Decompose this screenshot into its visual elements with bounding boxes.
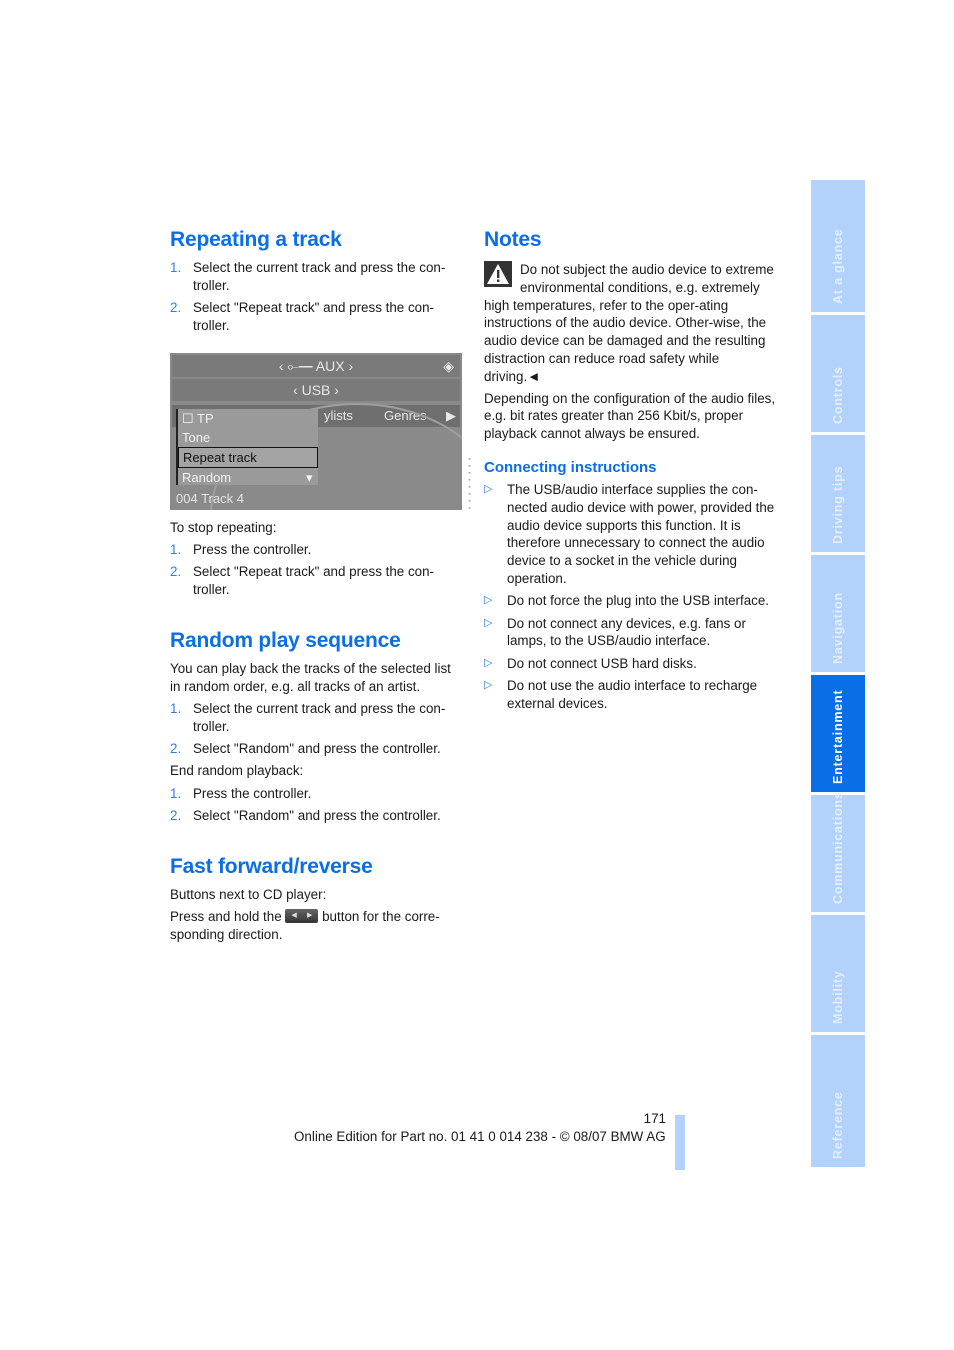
list-item: 2. Select "Repeat track" and press the co…: [170, 300, 434, 333]
bullet-triangle-icon: ▷: [484, 616, 493, 629]
tab-controls[interactable]: Controls: [811, 315, 865, 432]
arrow-right-icon: ▶: [446, 407, 456, 423]
paragraph: End random playback:: [170, 763, 304, 779]
right-column: Notes Do not subject the audio device to…: [484, 226, 776, 713]
tab-at-a-glance[interactable]: At a glance: [811, 180, 865, 312]
warning-icon: [484, 261, 512, 287]
menu-item-tone: Tone: [182, 429, 211, 445]
paragraph: You can play back the tracks of the sele…: [170, 660, 451, 694]
controller-icon: ◈: [443, 357, 454, 374]
paragraph: Buttons next to CD player:: [170, 886, 327, 902]
list-item: 2. Select "Repeat track" and press the co…: [170, 564, 434, 598]
list-item: ▷ Do not connect USB hard disks.: [484, 655, 697, 671]
bullet-triangle-icon: ▷: [484, 594, 493, 607]
aux-cable-icon: ⟜━: [287, 357, 313, 374]
tab-reference[interactable]: Reference: [811, 1035, 865, 1167]
section-heading-notes: Notes: [484, 228, 542, 251]
source-row: ‹ ⟜━ AUX › ◈: [172, 354, 460, 377]
menu-item-random: Random ▾: [182, 469, 313, 485]
list-item: 2. Select "Random" and press the controll…: [170, 741, 441, 757]
left-column: Repeating a track 1. Select the current t…: [170, 226, 462, 944]
scroll-down-icon: ▾: [306, 469, 313, 485]
device-row: ‹ USB ›: [172, 378, 460, 401]
paragraph: Depending on the configuration of the au…: [484, 390, 776, 442]
page-marker: [675, 1115, 685, 1170]
list-item: 1. Select the current track and press the…: [170, 700, 446, 734]
bullet-triangle-icon: ▷: [484, 482, 493, 495]
bullet-triangle-icon: ▷: [484, 656, 493, 669]
list-item: 1. Select the current track and press the…: [170, 260, 446, 293]
paragraph: Press and hold the ◀ ▶ button for the cor…: [170, 909, 440, 942]
warning-note: Do not subject the audio device to extre…: [484, 261, 774, 384]
idrive-screenshot: ‹ ⟜━ AUX › ◈ ‹ USB › ylists Genres ▶ ☐ T…: [170, 352, 462, 510]
tab-entertainment[interactable]: Entertainment: [811, 675, 865, 792]
options-menu: ☐ TP Tone Repeat track Random ▾: [176, 408, 318, 485]
page-number: 171: [643, 1111, 666, 1126]
menu-item-repeat-track: Repeat track: [178, 446, 318, 468]
list-item: 1. Press the controller.: [170, 785, 312, 801]
tab-navigation[interactable]: Navigation: [811, 555, 865, 672]
menu-item-tp: ☐ TP: [182, 410, 214, 426]
footer-text: Online Edition for Part no. 01 41 0 014 …: [294, 1129, 666, 1144]
list-item: 1. Press the controller.: [170, 541, 312, 557]
list-item: ▷ The USB/audio interface supplies the co…: [484, 481, 775, 586]
tab-mobility[interactable]: Mobility: [811, 915, 865, 1032]
list-item: ▷ Do not use the audio interface to recha…: [484, 677, 758, 711]
list-item: ▷ Do not connect any devices, e.g. fans o…: [484, 615, 746, 649]
image-code: ▪▪▪▪▪▪▪▪: [466, 456, 473, 512]
subheading-connecting: Connecting instructions: [484, 458, 657, 476]
list-item: ▷ Do not force the plug into the USB inte…: [484, 593, 770, 609]
section-heading-random: Random play sequence: [170, 628, 401, 652]
bullet-triangle-icon: ▷: [484, 678, 493, 691]
seek-button-icon: ◀ ▶: [285, 909, 319, 924]
section-heading-fast-forward: Fast forward/reverse: [170, 854, 373, 878]
tab-driving-tips[interactable]: Driving tips: [811, 435, 865, 552]
list-item: 2. Select "Random" and press the controll…: [170, 807, 441, 823]
tab-communications[interactable]: Communications: [811, 791, 865, 912]
paragraph: To stop repeating:: [170, 519, 277, 535]
section-heading-repeating: Repeating a track: [170, 228, 342, 251]
current-track: 004 Track 4: [176, 490, 244, 506]
